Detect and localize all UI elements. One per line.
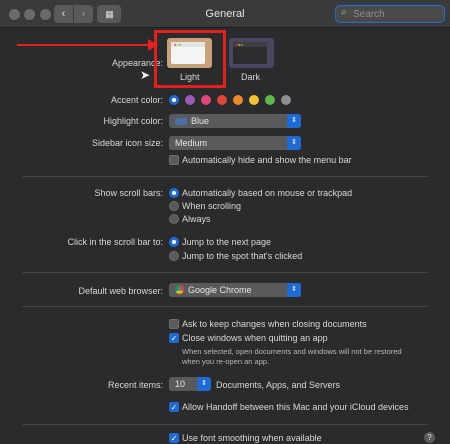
handoff-checkbox[interactable]: ✓ bbox=[169, 402, 179, 412]
accent-swatch-1[interactable] bbox=[185, 95, 195, 105]
jump-to-spot-label: Jump to the spot that's clicked bbox=[182, 251, 303, 261]
highlight-color-value: Blue bbox=[191, 116, 210, 126]
accent-swatch-0[interactable] bbox=[169, 95, 179, 105]
window-title: General bbox=[205, 8, 245, 20]
handoff-label: Allow Handoff between this Mac and your … bbox=[182, 402, 409, 412]
close-windows-label: Close windows when quitting an app bbox=[182, 333, 328, 343]
recent-items-suffix: Documents, Apps, and Servers bbox=[216, 380, 341, 390]
sidebar-icon-size-popup[interactable]: Medium ⇕ bbox=[169, 136, 301, 150]
appearance-dark-label[interactable]: Dark bbox=[241, 72, 260, 82]
minimize-window-button[interactable] bbox=[24, 9, 35, 20]
chevron-updown-icon: ⇕ bbox=[287, 283, 301, 297]
chevron-updown-icon: ⇕ bbox=[287, 114, 301, 128]
recent-items-value: 10 bbox=[175, 379, 186, 389]
chevron-updown-icon: ⇕ bbox=[197, 377, 211, 391]
accent-swatch-3[interactable] bbox=[217, 95, 227, 105]
close-window-button[interactable] bbox=[9, 9, 20, 20]
default-browser-popup[interactable]: Google Chrome ⇕ bbox=[169, 283, 301, 297]
search-field[interactable]: ⌕ bbox=[335, 5, 445, 23]
menu-bar-checkbox[interactable] bbox=[169, 155, 179, 165]
annotation-arrow-line bbox=[17, 44, 150, 46]
scroll-when-scrolling-label: When scrolling bbox=[182, 201, 242, 211]
accent-swatch-2[interactable] bbox=[201, 95, 211, 105]
font-smoothing-checkbox[interactable]: ✓ bbox=[169, 433, 179, 443]
search-input[interactable] bbox=[353, 6, 441, 22]
search-icon: ⌕ bbox=[341, 7, 347, 18]
sidebar-icon-size-value: Medium bbox=[175, 138, 208, 148]
divider bbox=[22, 306, 428, 307]
close-windows-note-line2: when you re-open an app. bbox=[182, 357, 270, 366]
default-browser-label: Default web browser: bbox=[78, 286, 163, 296]
default-browser-value: Google Chrome bbox=[188, 285, 252, 295]
back-button[interactable]: ‹ bbox=[54, 5, 73, 23]
chevron-left-icon: ‹ bbox=[61, 8, 66, 20]
recent-items-label: Recent items: bbox=[107, 380, 163, 390]
traffic-dots: ●●● bbox=[236, 42, 244, 47]
appearance-label: Appearance: bbox=[111, 58, 163, 68]
accent-swatch-7[interactable] bbox=[281, 95, 291, 105]
appearance-dark-thumbnail[interactable]: ●●● bbox=[229, 38, 274, 68]
accent-swatch-4[interactable] bbox=[233, 95, 243, 105]
highlight-color-label: Highlight color: bbox=[103, 116, 163, 126]
highlight-color-popup[interactable]: Blue ⇕ bbox=[169, 114, 301, 128]
mouse-cursor-icon: ➤ bbox=[140, 68, 151, 82]
grid-icon: ▦ bbox=[105, 9, 113, 19]
chrome-icon bbox=[175, 285, 184, 294]
click-scroll-bar-label: Click in the scroll bar to: bbox=[67, 237, 163, 247]
jump-next-page-label: Jump to the next page bbox=[182, 237, 272, 247]
close-windows-checkbox[interactable]: ✓ bbox=[169, 333, 179, 343]
forward-button[interactable]: › bbox=[74, 5, 93, 23]
show-scroll-bars-label: Show scroll bars: bbox=[94, 188, 163, 198]
dark-preview-window: ●●● bbox=[233, 42, 267, 64]
chevron-right-icon: › bbox=[81, 8, 86, 20]
divider bbox=[22, 424, 428, 425]
sidebar-icon-size-label: Sidebar icon size: bbox=[91, 138, 163, 148]
title-bar: ‹ › ▦ General ⌕ bbox=[0, 0, 450, 28]
scroll-always-radio[interactable] bbox=[169, 214, 179, 224]
menu-bar-label: Automatically hide and show the menu bar bbox=[182, 155, 352, 165]
ask-keep-changes-checkbox[interactable] bbox=[169, 319, 179, 329]
font-smoothing-label: Use font smoothing when available bbox=[182, 433, 322, 443]
help-button[interactable]: ? bbox=[424, 432, 435, 443]
zoom-window-button[interactable] bbox=[40, 9, 51, 20]
jump-to-spot-radio[interactable] bbox=[169, 251, 179, 261]
ask-keep-changes-label: Ask to keep changes when closing documen… bbox=[182, 319, 367, 329]
scroll-when-scrolling-radio[interactable] bbox=[169, 201, 179, 211]
accent-color-label: Accent color: bbox=[110, 95, 163, 105]
jump-next-page-radio[interactable] bbox=[169, 237, 179, 247]
color-chip bbox=[175, 118, 187, 125]
show-all-button[interactable]: ▦ bbox=[97, 5, 121, 23]
accent-swatch-6[interactable] bbox=[265, 95, 275, 105]
chevron-updown-icon: ⇕ bbox=[287, 136, 301, 150]
scroll-auto-radio[interactable] bbox=[169, 188, 179, 198]
scroll-always-label: Always bbox=[182, 214, 211, 224]
divider bbox=[22, 272, 428, 273]
recent-items-popup[interactable]: 10 ⇕ bbox=[169, 377, 211, 391]
divider bbox=[22, 176, 428, 177]
scroll-auto-label: Automatically based on mouse or trackpad bbox=[182, 188, 353, 198]
close-windows-note-line1: When selected, open documents and window… bbox=[182, 347, 402, 356]
accent-swatch-5[interactable] bbox=[249, 95, 259, 105]
annotation-highlight-box bbox=[154, 30, 226, 88]
